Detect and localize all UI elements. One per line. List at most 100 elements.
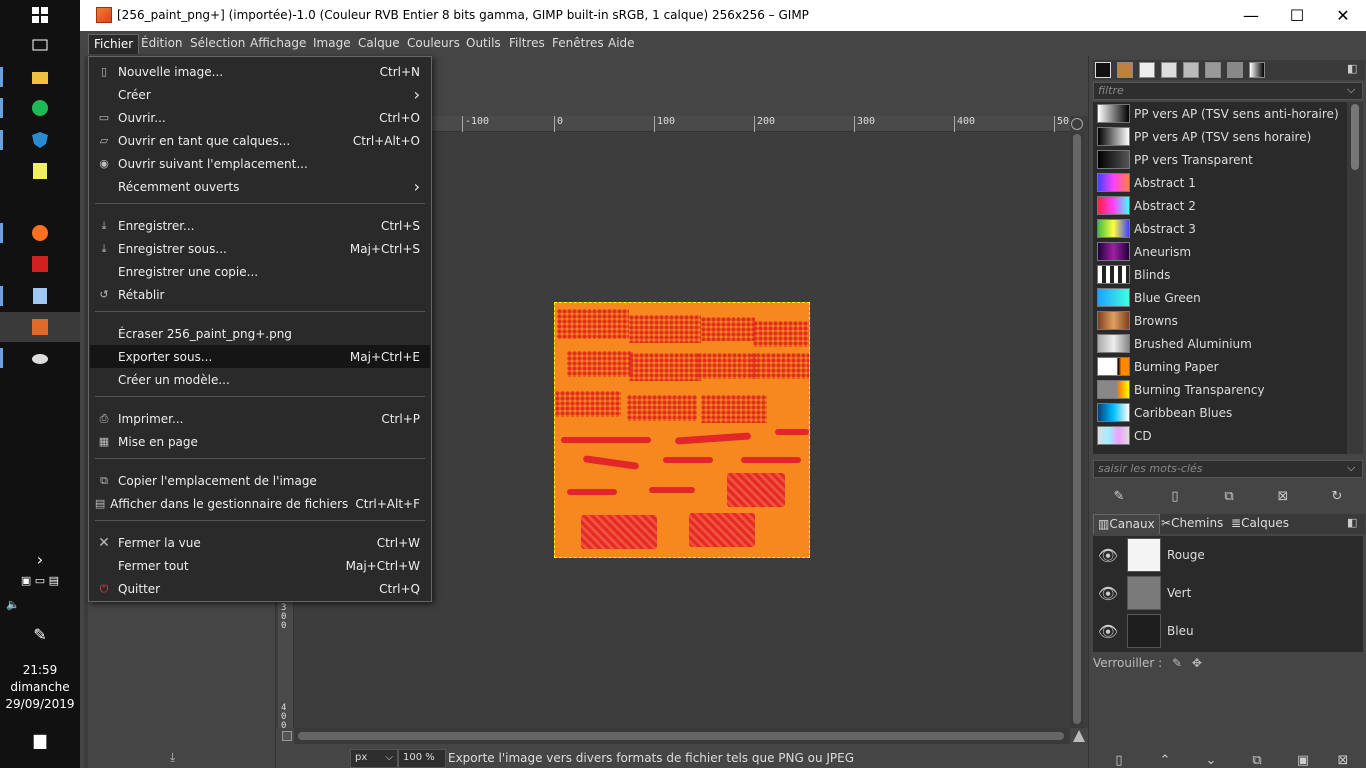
menu-selection[interactable]: Sélection — [185, 34, 250, 54]
list-item[interactable]: PP vers AP (TSV sens anti-horaire) — [1093, 102, 1347, 125]
taskbar-spotify[interactable] — [0, 93, 80, 123]
menu-item-close-view[interactable]: ✕ Fermer la vue Ctrl+W — [90, 531, 430, 554]
tab-templates[interactable] — [1183, 62, 1199, 78]
menu-calque[interactable]: Calque — [353, 34, 405, 54]
list-item[interactable]: Abstract 1 — [1093, 171, 1347, 194]
taskbar-app[interactable] — [0, 343, 80, 373]
taskbar-security[interactable] — [0, 125, 80, 155]
tab-patterns[interactable] — [1117, 62, 1133, 78]
eye-icon[interactable]: 👁 — [1093, 622, 1123, 641]
tab-canaux[interactable]: ▥Canaux — [1093, 514, 1160, 534]
maximize-button[interactable]: ☐ — [1274, 0, 1320, 31]
tab-brushes[interactable] — [1095, 62, 1111, 78]
list-item[interactable]: CD — [1093, 424, 1347, 447]
toolbox-bottom-icon[interactable]: ⤓ — [170, 750, 175, 765]
new-gradient-icon[interactable]: ▯ — [1165, 486, 1185, 506]
menu-item-recent[interactable]: Récemment ouverts › — [90, 175, 430, 198]
clock-time[interactable]: 21:59 — [0, 663, 80, 677]
filter-input[interactable]: filtre — [1093, 82, 1363, 100]
menu-item-create[interactable]: Créer › — [90, 83, 430, 106]
dock-menu-icon[interactable]: ◧ — [1347, 516, 1357, 529]
list-item[interactable]: Burning Paper — [1093, 355, 1347, 378]
scroll-thumb[interactable] — [1351, 104, 1359, 170]
menu-item-save-copy[interactable]: Enregistrer une copie... — [90, 260, 430, 283]
list-item[interactable]: Blue Green — [1093, 286, 1347, 309]
lock-pixels-icon[interactable]: ✎ — [1172, 656, 1182, 670]
eye-icon[interactable]: 👁 — [1093, 546, 1123, 565]
channels-list[interactable]: 👁 Rouge 👁 Vert 👁 Bleu — [1093, 536, 1363, 652]
taskbar-gimp[interactable] — [0, 312, 80, 342]
menu-item-overwrite[interactable]: Écraser 256_paint_png+.png — [90, 322, 430, 345]
zoom-select[interactable]: 100 % — [398, 749, 446, 768]
list-item[interactable]: Brushed Aluminium — [1093, 332, 1347, 355]
chevron-down-icon[interactable]: ⌵ — [1347, 83, 1355, 97]
dock-menu-icon[interactable]: ◧ — [1347, 62, 1357, 75]
unit-select[interactable]: px ⌵ — [350, 749, 398, 768]
tab-gradients[interactable] — [1249, 62, 1265, 78]
menu-fichier[interactable]: Fichier — [88, 34, 140, 54]
menu-image[interactable]: Image — [308, 34, 356, 54]
menu-edition[interactable]: Édition — [136, 34, 188, 54]
raise-channel-icon[interactable]: ⌃ — [1155, 750, 1175, 768]
new-channel-icon[interactable]: ▯ — [1109, 750, 1129, 768]
delete-gradient-icon[interactable]: ⊠ — [1273, 486, 1293, 506]
menu-item-save[interactable]: ⤓ Enregistrer... Ctrl+S — [90, 214, 430, 237]
image-canvas[interactable] — [554, 302, 810, 558]
menu-item-copy-location[interactable]: ⧉ Copier l'emplacement de l'image — [90, 469, 430, 492]
scroll-thumb[interactable] — [298, 732, 1064, 740]
close-button[interactable]: ✕ — [1320, 0, 1366, 31]
menu-item-open-location[interactable]: ◉ Ouvrir suivant l'emplacement... — [90, 152, 430, 175]
menu-item-revert[interactable]: ↺ Rétablir — [90, 283, 430, 306]
list-item[interactable]: PP vers Transparent — [1093, 148, 1347, 171]
start-button[interactable] — [0, 0, 80, 30]
taskbar-notes[interactable] — [0, 281, 80, 311]
zoom-follow-icon[interactable] — [1071, 118, 1083, 130]
menu-aide[interactable]: Aide — [603, 34, 640, 54]
quick-mask-toggle[interactable] — [282, 731, 292, 741]
menu-item-print[interactable]: ⎙ Imprimer... Ctrl+P — [90, 407, 430, 430]
channel-to-selection-icon[interactable]: ▣ — [1293, 750, 1313, 768]
taskbar-firefox[interactable] — [0, 218, 80, 248]
horizontal-scrollbar[interactable] — [294, 728, 1070, 744]
taskbar-notepad[interactable] — [0, 156, 80, 186]
volume-icon[interactable]: 🔈 — [0, 598, 80, 611]
list-item[interactable]: Abstract 2 — [1093, 194, 1347, 217]
menu-item-new-image[interactable]: ▯ Nouvelle image... Ctrl+N — [90, 60, 430, 83]
edit-gradient-icon[interactable]: ✎ — [1109, 486, 1129, 506]
menu-item-open[interactable]: ▭ Ouvrir... Ctrl+O — [90, 106, 430, 129]
tab-images[interactable] — [1205, 62, 1221, 78]
pen-icon[interactable]: ✎ — [0, 625, 80, 644]
menu-item-create-template[interactable]: Créer un modèle... — [90, 368, 430, 391]
menu-filtres[interactable]: Filtres — [504, 34, 550, 54]
taskbar-explorer[interactable] — [0, 62, 80, 92]
lower-channel-icon[interactable]: ⌄ — [1201, 750, 1221, 768]
list-item[interactable]: Abstract 3 — [1093, 217, 1347, 240]
gradients-scrollbar[interactable] — [1347, 102, 1363, 454]
notification-icon[interactable]: ▆ — [0, 730, 80, 749]
eye-icon[interactable]: 👁 — [1093, 584, 1123, 603]
tags-input[interactable]: saisir les mots-clés — [1093, 460, 1363, 478]
tab-documents[interactable] — [1161, 62, 1177, 78]
chevron-down-icon[interactable]: ⌵ — [1347, 461, 1355, 475]
window-titlebar[interactable]: [256_paint_png+] (importée)-1.0 (Couleur… — [80, 0, 1366, 31]
list-item[interactable]: 👁 Bleu — [1093, 612, 1363, 650]
chevron-right-icon[interactable]: › — [0, 550, 80, 569]
system-tray-icons[interactable]: ▣ ▭ ▤ — [0, 574, 80, 587]
menu-fenetres[interactable]: Fenêtres — [547, 34, 609, 54]
menu-item-open-as-layers[interactable]: ▱ Ouvrir en tant que calques... Ctrl+Alt+O — [90, 129, 430, 152]
vertical-scrollbar[interactable] — [1070, 132, 1084, 728]
menu-item-save-as[interactable]: ⤓ Enregistrer sous... Maj+Ctrl+S — [90, 237, 430, 260]
tab-tools[interactable] — [1227, 62, 1243, 78]
menu-item-show-in-file-manager[interactable]: ▤ Afficher dans le gestionnaire de fichie… — [90, 492, 430, 515]
menu-affichage[interactable]: Affichage — [245, 34, 311, 54]
list-item[interactable]: Burning Transparency — [1093, 378, 1347, 401]
gradients-list[interactable]: PP vers AP (TSV sens anti-horaire) PP ve… — [1093, 102, 1347, 454]
clock-day[interactable]: dimanche — [0, 680, 80, 694]
list-item[interactable]: Caribbean Blues — [1093, 401, 1347, 424]
menu-couleurs[interactable]: Couleurs — [402, 34, 465, 54]
list-item[interactable]: 👁 Rouge — [1093, 536, 1363, 574]
task-view-button[interactable] — [0, 30, 80, 60]
scroll-thumb[interactable] — [1073, 134, 1081, 724]
list-item[interactable]: Aneurism — [1093, 240, 1347, 263]
list-item[interactable]: Browns — [1093, 309, 1347, 332]
